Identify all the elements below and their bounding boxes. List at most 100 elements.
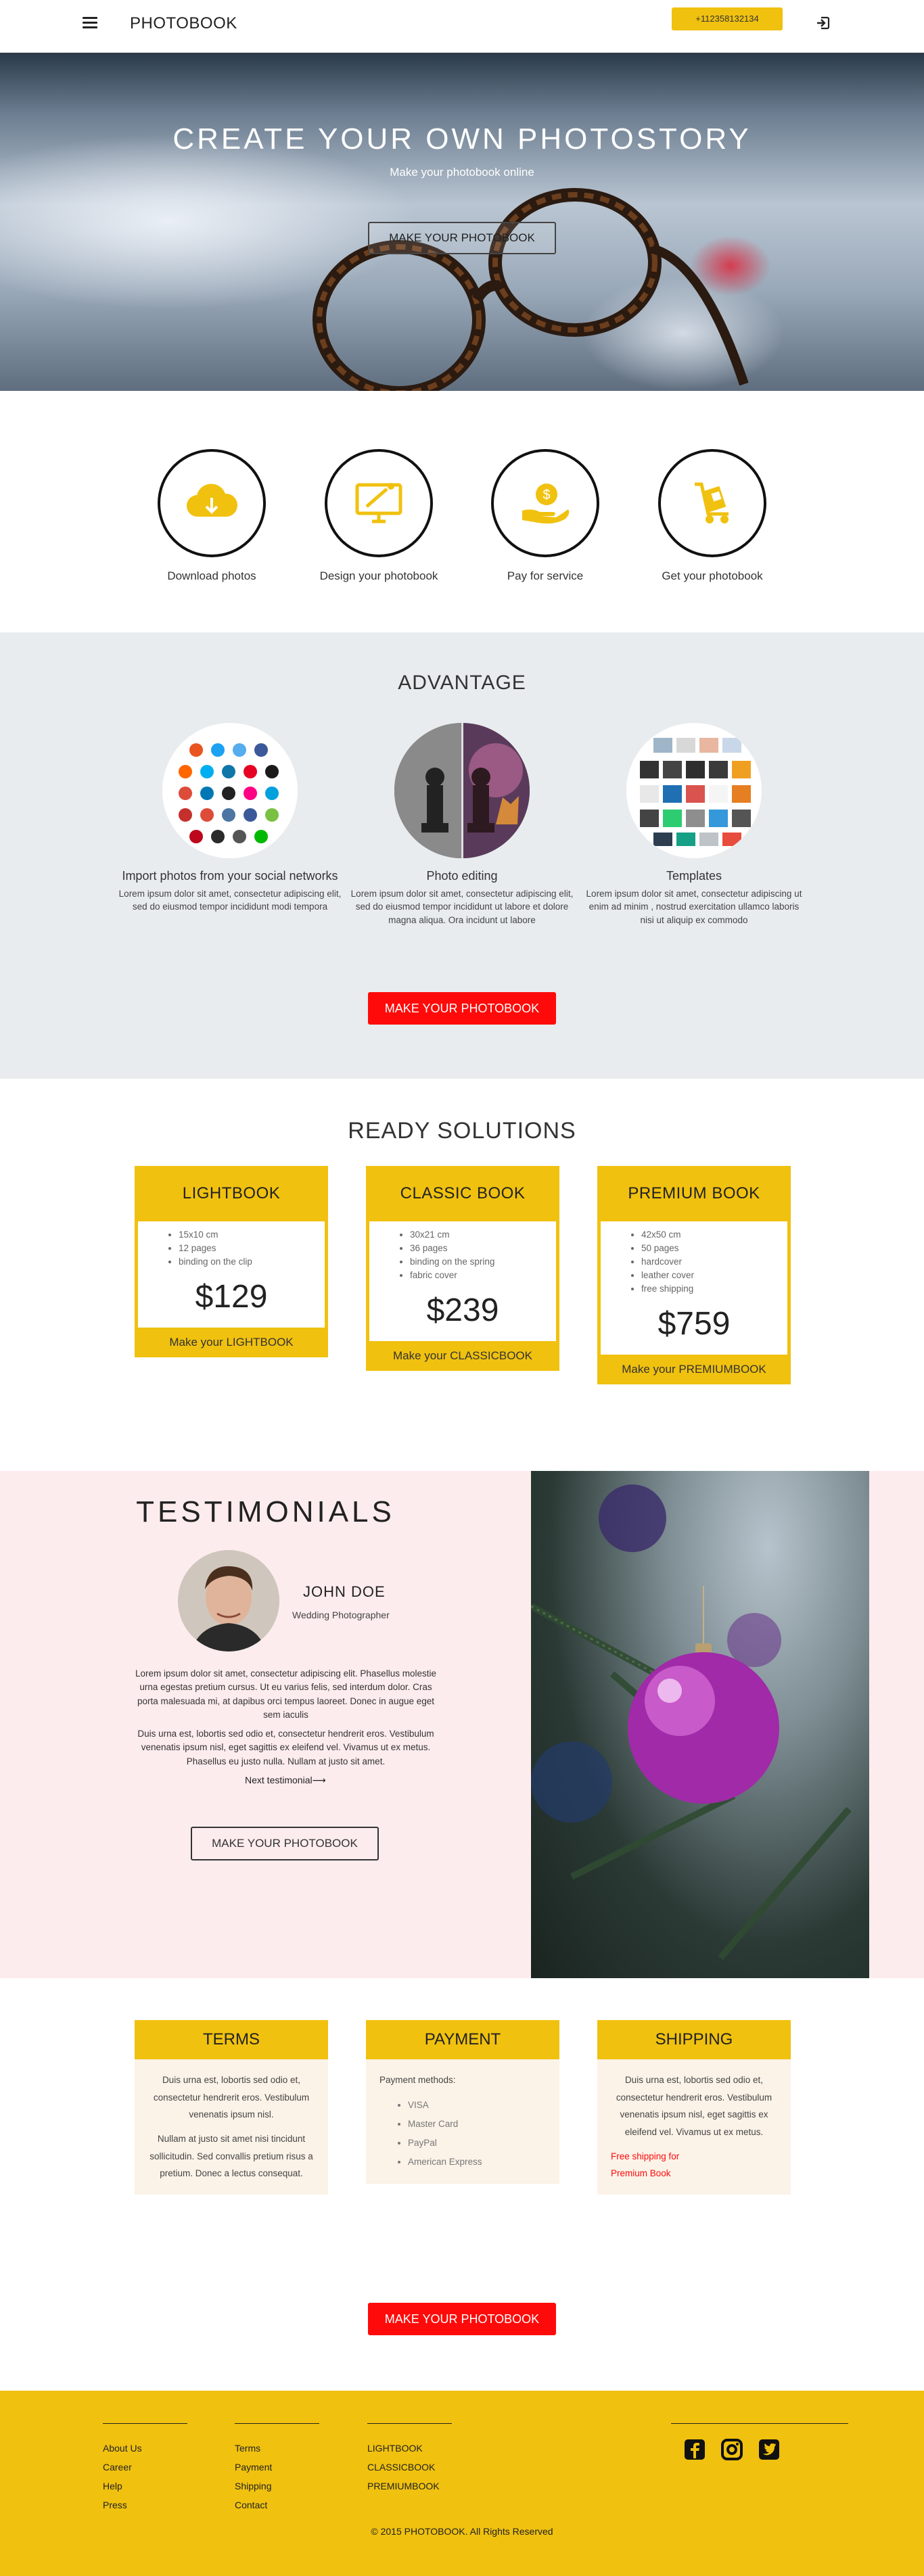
footer-column-company: About Us Career Help Press <box>103 2423 187 2514</box>
advantage-social-import: Import photos from your social networks … <box>118 723 342 914</box>
step-label: Design your photobook <box>319 569 438 582</box>
quote-paragraph: Lorem ipsum dolor sit amet, consectetur … <box>135 1668 436 1720</box>
step-label: Download photos <box>167 569 256 582</box>
next-testimonial-link[interactable]: Next testimonial⟶ <box>245 1775 326 1786</box>
hero-make-photobook-button[interactable]: MAKE YOUR PHOTOBOOK <box>368 222 556 254</box>
footer-link[interactable]: CLASSICBOOK <box>367 2458 452 2477</box>
make-classicbook-button[interactable]: Make your CLASSICBOOK <box>366 1341 559 1371</box>
social-icons-grid <box>179 743 279 843</box>
feature-item: 36 pages <box>410 1242 556 1255</box>
footer-link[interactable]: LIGHTBOOK <box>367 2439 452 2458</box>
delivery-trolley-icon <box>695 482 729 523</box>
payment-method: Master Card <box>408 2115 546 2134</box>
step-circle: $ <box>491 449 599 557</box>
footer-link[interactable]: About Us <box>103 2439 187 2458</box>
hamburger-menu-icon[interactable] <box>83 17 97 29</box>
eyeglasses-illustration <box>313 188 749 391</box>
advantage-make-photobook-button[interactable]: MAKE YOUR PHOTOBOOK <box>368 992 556 1025</box>
pricing-card-body: 15x10 cm 12 pages binding on the clip $1… <box>138 1221 325 1328</box>
payment-title: PAYMENT <box>366 2020 559 2059</box>
footer-link[interactable]: Terms <box>235 2439 319 2458</box>
step-circle <box>158 449 266 557</box>
price: $239 <box>426 1292 499 1328</box>
advantage-section: ADVANTAGE Import photos from your social… <box>0 632 924 1079</box>
terms-title: TERMS <box>135 2020 328 2059</box>
top-navigation-bar: PHOTOBOOK +112358132134 <box>0 0 924 53</box>
shipping-title: SHIPPING <box>597 2020 791 2059</box>
pricing-card-body: 42x50 cm 50 pages hardcover leather cove… <box>601 1221 787 1355</box>
advantage-title: ADVANTAGE <box>398 672 526 694</box>
make-premiumbook-button[interactable]: Make your PREMIUMBOOK <box>597 1355 791 1384</box>
hero-subtitle: Make your photobook online <box>390 166 534 179</box>
feature-item: hardcover <box>641 1255 787 1269</box>
feature-item: binding on the spring <box>410 1255 556 1269</box>
payment-body: Payment methods: VISA Master Card PayPal… <box>366 2059 559 2184</box>
terms-paragraph: Nullam at justo sit amet nisi tincidunt … <box>149 2133 313 2179</box>
step-circle <box>658 449 766 557</box>
facebook-icon[interactable] <box>683 2438 706 2461</box>
footer-link[interactable]: Contact <box>235 2496 319 2514</box>
footer-link[interactable]: PREMIUMBOOK <box>367 2477 452 2496</box>
shipping-card: SHIPPING Duis urna est, lobortis sed odi… <box>597 2020 791 2195</box>
hero-banner: CREATE YOUR OWN PHOTOSTORY Make your pho… <box>0 53 924 391</box>
footer-link[interactable]: Payment <box>235 2458 319 2477</box>
payment-method: PayPal <box>408 2134 546 2153</box>
advantage-item-text: Lorem ipsum dolor sit amet, consectetur … <box>586 888 802 925</box>
person-portrait-image <box>178 1550 279 1652</box>
footer-link[interactable]: Help <box>103 2477 187 2496</box>
shipping-body: Duis urna est, lobortis sed odio et, con… <box>597 2059 791 2195</box>
footer-link[interactable]: Press <box>103 2496 187 2514</box>
price: $129 <box>195 1279 268 1315</box>
info-make-photobook-button[interactable]: MAKE YOUR PHOTOBOOK <box>368 2303 556 2335</box>
step-design-photobook: Design your photobook <box>311 449 446 583</box>
terms-paragraph: Duis urna est, lobortis sed odio et, con… <box>153 2075 310 2120</box>
payment-method: VISA <box>408 2096 546 2115</box>
pricing-card-lightbook: LIGHTBOOK 15x10 cm 12 pages binding on t… <box>135 1166 328 1357</box>
footer-link[interactable]: Career <box>103 2458 187 2477</box>
footer-divider <box>103 2423 187 2424</box>
info-section: TERMS Duis urna est, lobortis sed odio e… <box>0 1978 924 2391</box>
svg-text:$: $ <box>542 488 550 502</box>
terms-card: TERMS Duis urna est, lobortis sed odio e… <box>135 2020 328 2195</box>
shipping-paragraph: Duis urna est, lobortis sed odio et, con… <box>616 2075 772 2137</box>
feature-item: binding on the clip <box>179 1255 325 1269</box>
sign-in-icon[interactable] <box>815 15 831 31</box>
quote-paragraph: Duis urna est, lobortis sed odio et, con… <box>137 1729 434 1766</box>
how-it-works-steps: Download photos Design your photobook $ … <box>0 391 924 632</box>
feature-item: 42x50 cm <box>641 1228 787 1242</box>
twitter-icon[interactable] <box>758 2438 781 2461</box>
footer-link[interactable]: Shipping <box>235 2477 319 2496</box>
site-logo[interactable]: PHOTOBOOK <box>130 14 237 33</box>
pricing-card-title: LIGHTBOOK <box>182 1184 281 1202</box>
ready-solutions-section: READY SOLUTIONS LIGHTBOOK 15x10 cm 12 pa… <box>0 1079 924 1471</box>
photo-editing-sample-image <box>394 723 530 858</box>
feature-item: fabric cover <box>410 1269 556 1282</box>
advantage-templates: Templates Lorem ipsum dolor sit amet, co… <box>582 723 806 927</box>
template-thumbnails-grid <box>640 738 751 846</box>
avatar <box>178 1550 279 1652</box>
site-footer: About Us Career Help Press Terms Payment… <box>0 2391 924 2576</box>
feature-item: 12 pages <box>179 1242 325 1255</box>
testimonial-author-name: JOHN DOE <box>303 1583 386 1600</box>
feature-item: free shipping <box>641 1282 787 1296</box>
templates-collage-image <box>626 723 762 858</box>
advantage-item-text: Lorem ipsum dolor sit amet, consectetur … <box>350 888 574 925</box>
step-circle <box>325 449 433 557</box>
testimonials-make-photobook-button[interactable]: MAKE YOUR PHOTOBOOK <box>191 1827 379 1860</box>
social-network-icons-collage <box>162 723 298 858</box>
monitor-design-icon <box>355 483 402 523</box>
feature-item: 50 pages <box>641 1242 787 1255</box>
instagram-icon[interactable] <box>720 2438 743 2461</box>
footer-column-products: LIGHTBOOK CLASSICBOOK PREMIUMBOOK <box>367 2423 452 2496</box>
christmas-ornament-image <box>531 1471 869 1978</box>
pricing-card-premium-book: PREMIUM BOOK 42x50 cm 50 pages hardcover… <box>597 1166 791 1384</box>
footer-divider <box>235 2423 319 2424</box>
advantage-item-title: Templates <box>666 869 722 883</box>
chess-pieces-before-after-image <box>394 723 530 858</box>
advantage-photo-editing: Photo editing Lorem ipsum dolor sit amet… <box>350 723 574 927</box>
phone-number-badge[interactable]: +112358132134 <box>672 7 783 30</box>
ornament-photo-illustration <box>531 1484 852 1961</box>
price: $759 <box>657 1306 731 1342</box>
make-lightbook-button[interactable]: Make your LIGHTBOOK <box>135 1328 328 1357</box>
terms-body: Duis urna est, lobortis sed odio et, con… <box>135 2059 328 2195</box>
